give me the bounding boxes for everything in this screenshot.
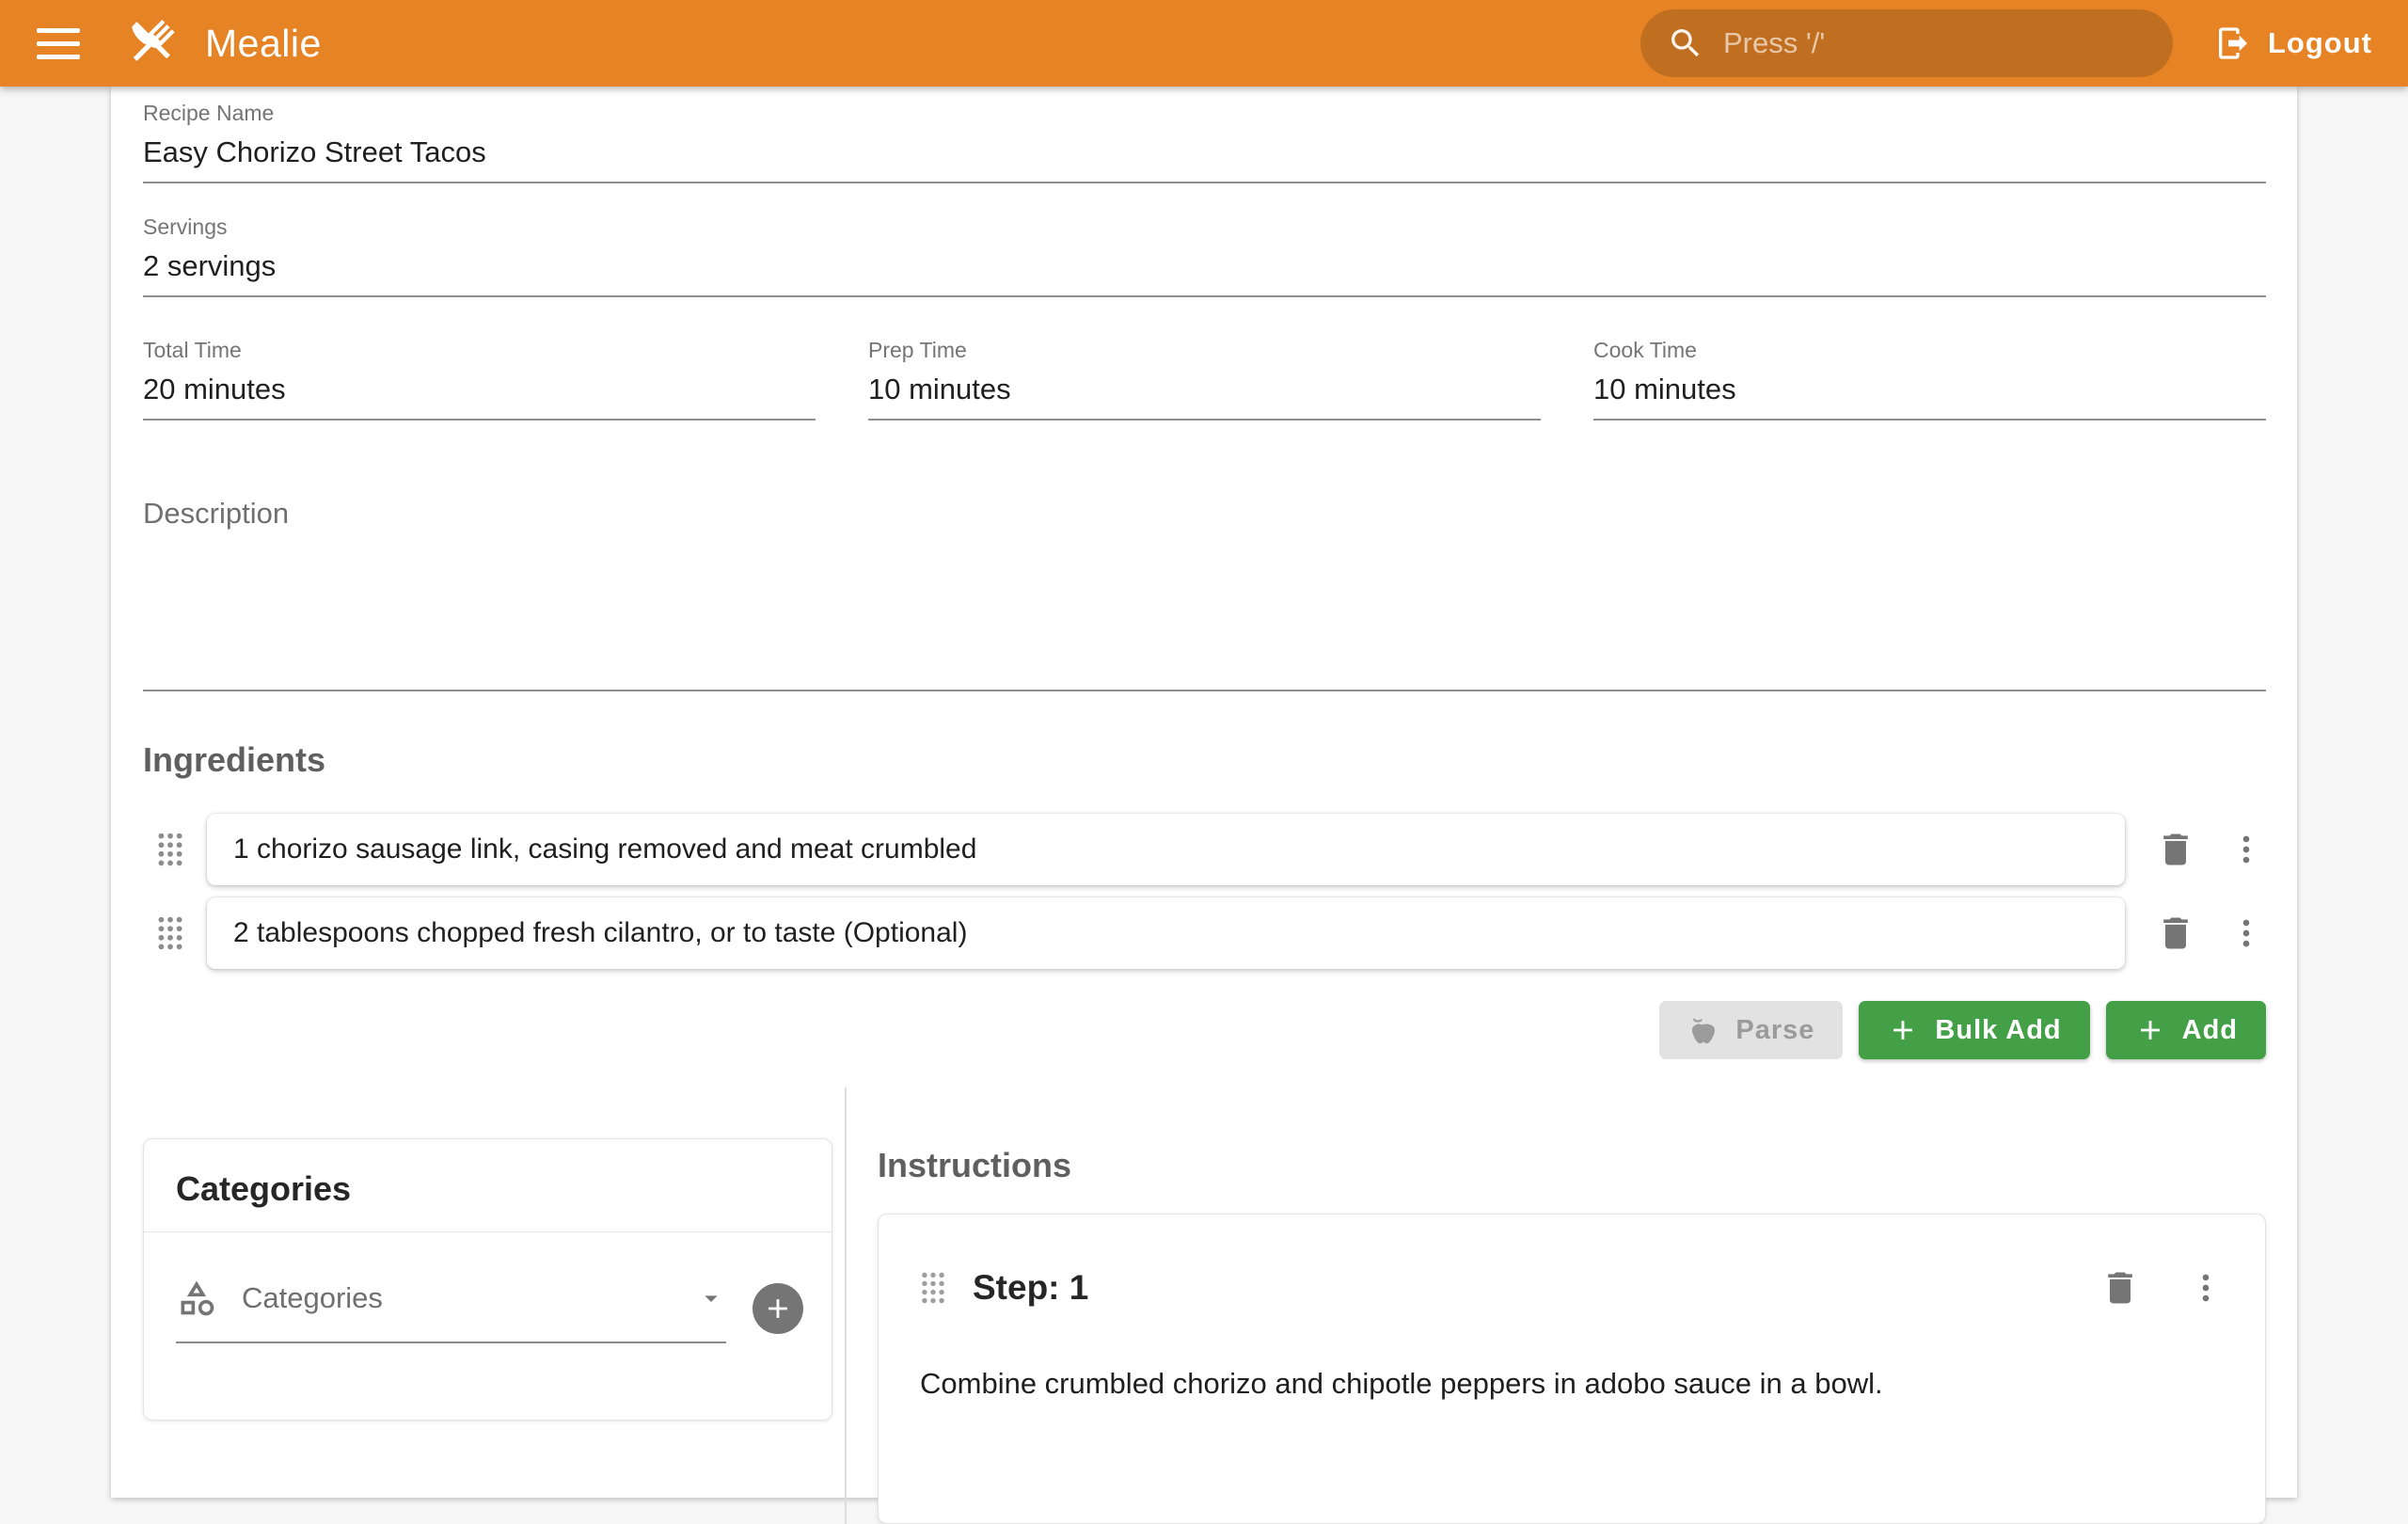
total-time-label: Total Time bbox=[143, 337, 816, 363]
bulk-add-label: Bulk Add bbox=[1935, 1015, 2061, 1046]
description-label: Description bbox=[143, 496, 2266, 532]
app-bar: Mealie Press '/' Logout bbox=[0, 0, 2408, 87]
recipe-name-label: Recipe Name bbox=[143, 100, 2266, 126]
prep-time-label: Prep Time bbox=[868, 337, 1541, 363]
total-time-field[interactable]: Total Time 20 minutes bbox=[143, 337, 816, 421]
plus-icon bbox=[2134, 1014, 2166, 1046]
add-button[interactable]: Add bbox=[2106, 1001, 2266, 1059]
servings-field[interactable]: Servings 2 servings bbox=[143, 214, 2266, 297]
search-icon bbox=[1667, 24, 1704, 62]
categories-card: Categories Categories bbox=[143, 1138, 832, 1421]
cook-time-field[interactable]: Cook Time 10 minutes bbox=[1593, 337, 2266, 421]
drag-handle-icon[interactable] bbox=[156, 833, 184, 866]
recipe-editor-card: Recipe Name Easy Chorizo Street Tacos Se… bbox=[111, 87, 2297, 1498]
ingredient-menu-button[interactable] bbox=[2228, 915, 2264, 951]
categories-select[interactable]: Categories bbox=[176, 1278, 726, 1343]
description-textarea[interactable] bbox=[143, 532, 2266, 690]
plus-icon bbox=[762, 1293, 794, 1325]
ingredient-actions: Parse Bulk Add Add bbox=[143, 1001, 2266, 1059]
prep-time-value[interactable]: 10 minutes bbox=[868, 363, 1541, 419]
ingredients-list: 1 chorizo sausage link, casing removed a… bbox=[143, 814, 2266, 969]
search-placeholder: Press '/' bbox=[1723, 26, 1825, 60]
plus-icon bbox=[1887, 1014, 1919, 1046]
cook-time-value[interactable]: 10 minutes bbox=[1593, 363, 2266, 419]
step-text-input[interactable]: Combine crumbled chorizo and chipotle pe… bbox=[920, 1363, 2224, 1405]
description-field[interactable]: Description bbox=[143, 496, 2266, 691]
ingredients-heading: Ingredients bbox=[143, 740, 2266, 780]
recipe-name-value[interactable]: Easy Chorizo Street Tacos bbox=[143, 126, 2266, 182]
search-input[interactable]: Press '/' bbox=[1640, 9, 2173, 77]
delete-ingredient-button[interactable] bbox=[2155, 829, 2196, 870]
ingredient-row: 2 tablespoons chopped fresh cilantro, or… bbox=[143, 897, 2266, 969]
logout-label: Logout bbox=[2268, 26, 2372, 60]
times-row: Total Time 20 minutes Prep Time 10 minut… bbox=[143, 337, 2266, 421]
instructions-heading: Instructions bbox=[878, 1146, 2266, 1185]
parse-label: Parse bbox=[1735, 1015, 1814, 1046]
parse-button[interactable]: Parse bbox=[1659, 1001, 1843, 1059]
instructions-column: Instructions Step: 1 bbox=[847, 1087, 2266, 1524]
categories-column: Categories Categories bbox=[143, 1087, 847, 1524]
delete-step-button[interactable] bbox=[2099, 1267, 2141, 1309]
servings-value[interactable]: 2 servings bbox=[143, 240, 2266, 295]
ingredient-row: 1 chorizo sausage link, casing removed a… bbox=[143, 814, 2266, 885]
categories-select-label: Categories bbox=[242, 1281, 696, 1315]
apple-icon bbox=[1687, 1014, 1719, 1046]
add-category-button[interactable] bbox=[752, 1283, 803, 1334]
step-card: Step: 1 Combine crumbled chorizo and chi… bbox=[878, 1214, 2266, 1524]
ingredient-input[interactable]: 1 chorizo sausage link, casing removed a… bbox=[207, 814, 2125, 885]
delete-ingredient-button[interactable] bbox=[2155, 913, 2196, 954]
add-label: Add bbox=[2182, 1015, 2238, 1046]
prep-time-field[interactable]: Prep Time 10 minutes bbox=[868, 337, 1541, 421]
drag-handle-icon[interactable] bbox=[920, 1272, 946, 1304]
ingredient-menu-button[interactable] bbox=[2228, 832, 2264, 867]
categories-title: Categories bbox=[144, 1139, 832, 1231]
lower-section: Categories Categories bbox=[143, 1087, 2266, 1524]
total-time-value[interactable]: 20 minutes bbox=[143, 363, 816, 419]
exit-icon bbox=[2214, 24, 2252, 62]
shapes-icon bbox=[176, 1278, 217, 1319]
recipe-name-field[interactable]: Recipe Name Easy Chorizo Street Tacos bbox=[143, 100, 2266, 183]
cook-time-label: Cook Time bbox=[1593, 337, 2266, 363]
chevron-down-icon[interactable] bbox=[696, 1283, 726, 1313]
bulk-add-button[interactable]: Bulk Add bbox=[1859, 1001, 2089, 1059]
ingredient-input[interactable]: 2 tablespoons chopped fresh cilantro, or… bbox=[207, 897, 2125, 969]
logout-button[interactable]: Logout bbox=[2214, 24, 2372, 62]
fork-knife-icon bbox=[115, 9, 182, 77]
app-title: Mealie bbox=[205, 22, 322, 66]
drag-handle-icon[interactable] bbox=[156, 916, 184, 950]
step-menu-button[interactable] bbox=[2188, 1270, 2224, 1306]
step-title: Step: 1 bbox=[973, 1268, 1088, 1308]
servings-label: Servings bbox=[143, 214, 2266, 240]
menu-button[interactable] bbox=[28, 13, 88, 73]
